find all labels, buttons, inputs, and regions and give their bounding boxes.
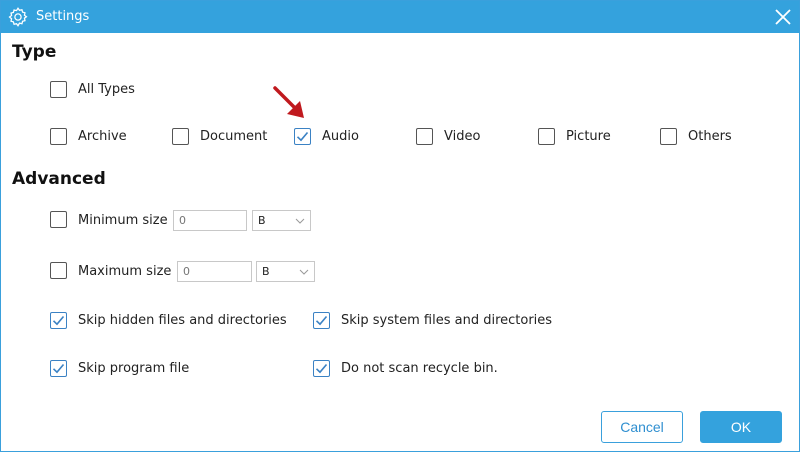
all-types-label: All Types bbox=[78, 82, 135, 97]
skip-hidden-label: Skip hidden files and directories bbox=[78, 313, 287, 328]
picture-checkbox[interactable] bbox=[538, 128, 555, 145]
red-arrow-icon bbox=[273, 86, 304, 118]
audio-label: Audio bbox=[322, 129, 359, 144]
skip-program-label: Skip program file bbox=[78, 361, 190, 376]
skip-system-checkbox[interactable] bbox=[313, 312, 330, 329]
audio-checkbox[interactable] bbox=[294, 128, 311, 145]
gear-icon bbox=[8, 7, 28, 27]
video-label: Video bbox=[444, 129, 481, 144]
cancel-button[interactable]: Cancel bbox=[601, 411, 683, 443]
minimum-size-label: Minimum size bbox=[78, 213, 168, 228]
skip-program-checkbox[interactable] bbox=[50, 360, 67, 377]
skip-system-label: Skip system files and directories bbox=[341, 313, 553, 328]
advanced-section-title: Advanced bbox=[12, 169, 106, 189]
checkmark-icon bbox=[315, 363, 328, 374]
minimum-size-unit-select[interactable]: B bbox=[252, 210, 311, 231]
picture-label: Picture bbox=[566, 129, 611, 144]
video-checkbox[interactable] bbox=[416, 128, 433, 145]
maximum-size-checkbox[interactable] bbox=[50, 262, 67, 279]
maximum-size-label: Maximum size bbox=[78, 264, 172, 279]
chevron-down-icon bbox=[299, 269, 309, 275]
others-checkbox[interactable] bbox=[660, 128, 677, 145]
checkmark-icon bbox=[52, 315, 65, 326]
recycle-bin-label: Do not scan recycle bin. bbox=[341, 361, 498, 376]
archive-checkbox[interactable] bbox=[50, 128, 67, 145]
minimum-size-checkbox[interactable] bbox=[50, 211, 67, 228]
close-icon[interactable] bbox=[771, 5, 795, 29]
document-checkbox[interactable] bbox=[172, 128, 189, 145]
type-section-title: Type bbox=[12, 42, 57, 62]
skip-hidden-checkbox[interactable] bbox=[50, 312, 67, 329]
chevron-down-icon bbox=[295, 218, 305, 224]
archive-label: Archive bbox=[78, 129, 127, 144]
maximum-size-input[interactable] bbox=[177, 261, 252, 282]
maximum-size-unit-value: B bbox=[262, 265, 270, 278]
settings-dialog: Settings Type All Types Archive Document… bbox=[0, 0, 800, 452]
document-label: Document bbox=[200, 129, 268, 144]
title-bar: Settings bbox=[1, 1, 799, 33]
checkmark-icon bbox=[296, 131, 309, 142]
checkmark-icon bbox=[52, 363, 65, 374]
maximum-size-unit-select[interactable]: B bbox=[256, 261, 315, 282]
minimum-size-unit-value: B bbox=[258, 214, 266, 227]
recycle-bin-checkbox[interactable] bbox=[313, 360, 330, 377]
others-label: Others bbox=[688, 129, 732, 144]
minimum-size-input[interactable] bbox=[173, 210, 247, 231]
checkmark-icon bbox=[315, 315, 328, 326]
all-types-checkbox[interactable] bbox=[50, 81, 67, 98]
window-title: Settings bbox=[36, 9, 90, 24]
ok-button[interactable]: OK bbox=[700, 411, 782, 443]
